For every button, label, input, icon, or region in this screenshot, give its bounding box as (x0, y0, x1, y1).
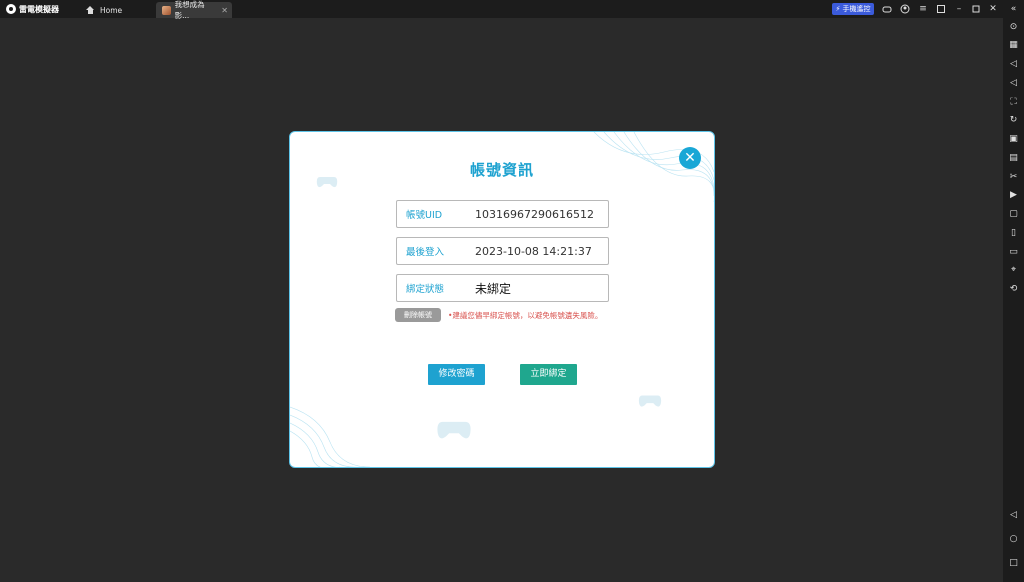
bind-warning-text: •建議您儘早綁定帳號，以避免帳號遺失風險。 (448, 311, 603, 320)
gamepad-decoration-icon (638, 395, 662, 407)
uid-field: 帳號UID 10316967290616512 (396, 200, 609, 228)
phone-remote-label: 手機遙控 (842, 5, 871, 13)
window-icon[interactable] (936, 4, 946, 14)
delete-account-button[interactable]: 刪除帳號 (395, 308, 441, 322)
back-icon[interactable]: ◁ (1008, 510, 1019, 521)
recent-apps-icon[interactable]: □ (1008, 558, 1019, 569)
close-icon[interactable]: ✕ (988, 4, 998, 14)
location-icon[interactable]: ⌖ (1008, 265, 1019, 276)
logo-icon (6, 4, 16, 14)
apk-icon[interactable]: ▣ (1008, 134, 1019, 145)
rotate-icon[interactable]: ⟲ (1008, 284, 1019, 295)
title-bar: 雷電模擬器 Home 我想成為影... ✕ ⚡ 手機遙控 ≡ – ✕ (0, 0, 1024, 20)
tab-close-icon[interactable]: ✕ (221, 6, 228, 15)
lightning-icon: ⚡ (835, 5, 841, 13)
home-icon (86, 6, 95, 14)
bind-status-label: 綁定狀態 (406, 284, 445, 295)
bind-status-value: 未綁定 (475, 281, 512, 296)
cut-icon[interactable]: ✂ (1008, 172, 1019, 183)
last-login-label: 最後登入 (406, 247, 445, 258)
app-logo[interactable]: 雷電模擬器 (6, 3, 59, 15)
tab-game[interactable]: 我想成為影... ✕ (156, 0, 232, 20)
logo-text: 雷電模擬器 (19, 4, 59, 14)
home-icon[interactable]: ○ (1008, 534, 1019, 545)
game-thumbnail-icon (162, 5, 171, 15)
uid-label: 帳號UID (406, 210, 443, 221)
multi-window-icon[interactable]: ▢ (1008, 209, 1019, 220)
gamepad-decoration-icon (437, 421, 471, 439)
account-info-dialog: 帳號資訊 ✕ 帳號UID 10316967290616512 最後登入 2023… (289, 131, 715, 468)
gamepad-icon[interactable] (882, 4, 892, 14)
right-sidebar: « ⊙ ▦ ◁ ◁ ⛶ ↻ ▣ ▤ ✂ ▶ ▢ ▯ ▭ ⌖ ⟲ ◁ ○ □ (1003, 4, 1024, 582)
phone-remote-button[interactable]: ⚡ 手機遙控 (832, 3, 874, 15)
last-login-value: 2023-10-08 14:21:37 (475, 244, 592, 258)
dialog-title: 帳號資訊 (469, 161, 534, 179)
bind-status-field: 綁定狀態 未綁定 (396, 274, 609, 302)
settings-icon[interactable]: ⊙ (1008, 22, 1019, 33)
screenshot-icon[interactable]: ⛶ (1008, 97, 1019, 108)
record-icon[interactable]: ▶ (1008, 190, 1019, 201)
minimize-icon[interactable]: – (954, 4, 964, 14)
menu-icon[interactable]: ≡ (918, 4, 928, 14)
tab-home[interactable]: Home (80, 2, 152, 18)
folder-icon[interactable]: ▭ (1008, 247, 1019, 258)
dialog-close-button[interactable]: ✕ (679, 147, 701, 169)
tab-home-label: Home (100, 5, 123, 15)
bind-now-button[interactable]: 立即綁定 (520, 364, 577, 385)
user-icon[interactable] (900, 4, 910, 14)
tab-game-label: 我想成為影... (174, 0, 205, 20)
macro-icon[interactable]: ▤ (1008, 153, 1019, 164)
volume-up-icon[interactable]: ◁ (1008, 59, 1019, 70)
wave-decoration-bottom (290, 406, 371, 467)
last-login-field: 最後登入 2023-10-08 14:21:37 (396, 237, 609, 265)
keyboard-icon[interactable]: ▦ (1008, 40, 1019, 51)
maximize-icon[interactable] (971, 4, 981, 14)
change-password-button[interactable]: 修改密碼 (428, 364, 485, 385)
sync-icon[interactable]: ↻ (1008, 115, 1019, 126)
volume-down-icon[interactable]: ◁ (1008, 78, 1019, 89)
shake-icon[interactable]: ▯ (1008, 228, 1019, 239)
uid-value: 10316967290616512 (475, 207, 594, 221)
collapse-icon[interactable]: « (1008, 4, 1019, 15)
